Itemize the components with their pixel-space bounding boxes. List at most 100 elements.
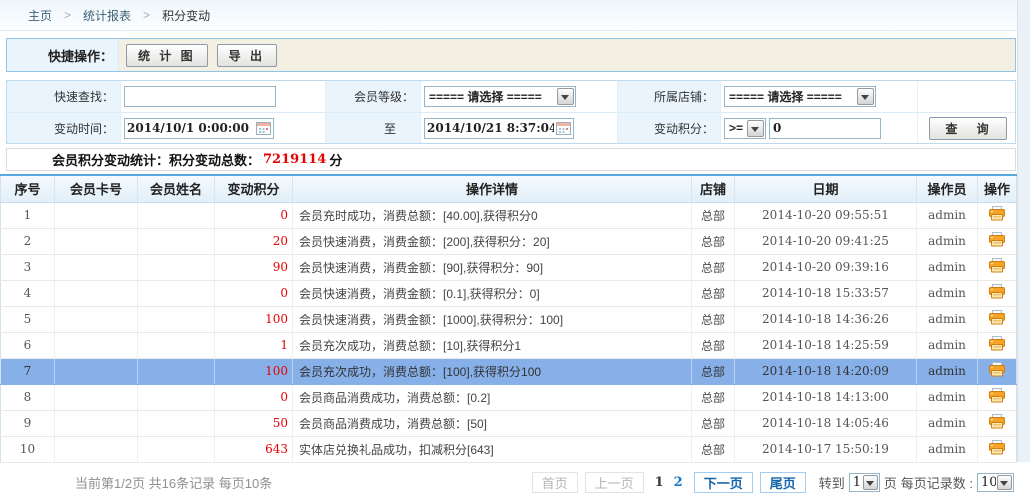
row-index: 2 (1, 228, 55, 254)
operation-detail: 会员商品消费成功，消费总额：[50] (293, 410, 692, 436)
member-name (138, 332, 215, 358)
caret-down-icon[interactable] (557, 88, 574, 105)
time-to-input[interactable] (425, 121, 556, 135)
column-header: 日期 (735, 175, 917, 202)
page-size-select[interactable]: 10 (977, 473, 1014, 492)
printer-icon (989, 440, 1005, 455)
table-row[interactable]: 80会员商品消费成功，消费总额：[0.2]总部2014-10-18 14:13:… (1, 384, 1017, 410)
page-numbers: 12 (651, 475, 687, 490)
date: 2014-10-18 14:36:26 (735, 306, 917, 332)
table-row[interactable]: 390会员快速消费，消费金额：[90],获得积分：90]总部2014-10-20… (1, 254, 1017, 280)
member-name (138, 228, 215, 254)
printer-icon (989, 284, 1005, 299)
member-card-number (55, 228, 138, 254)
member-name (138, 280, 215, 306)
table-row[interactable]: 10643实体店兑换礼品成功，扣减积分[643]总部2014-10-17 15:… (1, 436, 1017, 462)
print-button[interactable] (989, 336, 1005, 351)
operation-detail: 会员快速消费，消费金额：[1000],获得积分：100] (293, 306, 692, 332)
print-button[interactable] (989, 362, 1005, 377)
caret-down-icon[interactable] (747, 120, 764, 137)
points-value-input[interactable] (769, 118, 881, 139)
page-number-1[interactable]: 1 (655, 475, 664, 490)
table-row[interactable]: 61会员充次成功，消费总额：[10],获得积分1总部2014-10-18 14:… (1, 332, 1017, 358)
store: 总部 (692, 254, 735, 280)
calendar-icon[interactable] (556, 121, 571, 135)
member-level-label: 会员等级： (326, 81, 421, 112)
first-page-button[interactable]: 首页 (532, 472, 578, 493)
operation-detail: 会员商品消费成功，消费总额：[0.2] (293, 384, 692, 410)
table-row[interactable]: 220会员快速消费，消费金额：[200],获得积分：20]总部2014-10-2… (1, 228, 1017, 254)
time-from-input[interactable] (125, 121, 256, 135)
date: 2014-10-18 14:05:46 (735, 410, 917, 436)
operator: admin (917, 410, 978, 436)
store: 总部 (692, 358, 735, 384)
search-button[interactable]: 查 询 (929, 117, 1006, 140)
chart-button[interactable]: 统 计 图 (126, 44, 208, 67)
member-card-number (55, 384, 138, 410)
table-row[interactable]: 7100会员充次成功，消费总额：[100],获得积分100总部2014-10-1… (1, 358, 1017, 384)
points-change: 100 (215, 306, 293, 332)
member-card-number (55, 436, 138, 462)
breadcrumb: 主页 > 统计报表 > 积分变动 (0, 0, 1030, 31)
print-button[interactable] (989, 232, 1005, 247)
column-header: 操作 (978, 175, 1017, 202)
goto-page-select[interactable]: 1 (849, 473, 880, 492)
row-index: 4 (1, 280, 55, 306)
table-row[interactable]: 950会员商品消费成功，消费总额：[50]总部2014-10-18 14:05:… (1, 410, 1017, 436)
member-name (138, 358, 215, 384)
time-to-datebox (424, 118, 574, 139)
points-operator-select[interactable]: >= (724, 118, 766, 139)
print-button[interactable] (989, 440, 1005, 455)
search-button-cell: 查 询 (918, 112, 1015, 143)
table-row[interactable]: 5100会员快速消费，消费金额：[1000],获得积分：100]总部2014-1… (1, 306, 1017, 332)
pager-controls: 首页 上一页 12 下一页 尾页 转到 1 页 每页记录数 : 10 (532, 472, 1014, 493)
points-change: 643 (215, 436, 293, 462)
operator: admin (917, 384, 978, 410)
caret-down-icon[interactable] (997, 475, 1012, 490)
store: 总部 (692, 202, 735, 228)
printer-icon (989, 232, 1005, 247)
operation-detail: 会员快速消费，消费金额：[90],获得积分：90] (293, 254, 692, 280)
calendar-icon[interactable] (256, 121, 271, 135)
next-page-button[interactable]: 下一页 (694, 472, 753, 493)
print-button[interactable] (989, 206, 1005, 221)
points-operator-value: >= (725, 121, 746, 135)
table-row[interactable]: 40会员快速消费，消费金额：[0.1],获得积分：0]总部2014-10-18 … (1, 280, 1017, 306)
breadcrumb-statistics-reports[interactable]: 统计报表 (83, 7, 131, 24)
breadcrumb-home[interactable]: 主页 (28, 7, 52, 24)
points-change-table: 序号会员卡号会员姓名变动积分操作详情店铺日期操作员操作 10会员充时成功，消费总… (0, 174, 1017, 463)
member-card-number (55, 280, 138, 306)
caret-down-icon[interactable] (863, 475, 878, 490)
operation-detail: 会员快速消费，消费金额：[200],获得积分：20] (293, 228, 692, 254)
print-button[interactable] (989, 414, 1005, 429)
time-from-cell (121, 112, 326, 143)
page-number-2[interactable]: 2 (674, 475, 683, 490)
summary-bar: 会员积分变动统计：积分变动总数： 7219114 分 (6, 148, 1016, 171)
caret-down-icon[interactable] (857, 88, 874, 105)
print-button[interactable] (989, 258, 1005, 273)
table-row[interactable]: 10会员充时成功，消费总额：[40.00],获得积分0总部2014-10-20 … (1, 202, 1017, 228)
table-body: 10会员充时成功，消费总额：[40.00],获得积分0总部2014-10-20 … (1, 202, 1017, 462)
pagination-status: 当前第1/2页 共16条记录 每页10条 (75, 473, 272, 492)
date: 2014-10-20 09:39:16 (735, 254, 917, 280)
last-page-button[interactable]: 尾页 (760, 472, 806, 493)
member-level-select[interactable]: ===== 请选择 ===== (424, 86, 576, 107)
member-name (138, 254, 215, 280)
print-button[interactable] (989, 310, 1005, 325)
row-index: 9 (1, 410, 55, 436)
column-header: 变动积分 (215, 175, 293, 202)
printer-icon (989, 362, 1005, 377)
quick-actions-bar: 快捷操作： 统 计 图 导 出 (6, 38, 1016, 72)
prev-page-button[interactable]: 上一页 (585, 472, 644, 493)
print-button[interactable] (989, 388, 1005, 403)
table-header-row: 序号会员卡号会员姓名变动积分操作详情店铺日期操作员操作 (1, 175, 1017, 202)
action-cell (978, 228, 1017, 254)
export-button[interactable]: 导 出 (217, 44, 277, 67)
row-index: 6 (1, 332, 55, 358)
print-button[interactable] (989, 284, 1005, 299)
quick-find-input[interactable] (124, 86, 276, 107)
operator: admin (917, 202, 978, 228)
store-select[interactable]: ===== 请选择 ===== (724, 86, 876, 107)
summary-total-points: 7219114 (260, 152, 329, 167)
store: 总部 (692, 228, 735, 254)
